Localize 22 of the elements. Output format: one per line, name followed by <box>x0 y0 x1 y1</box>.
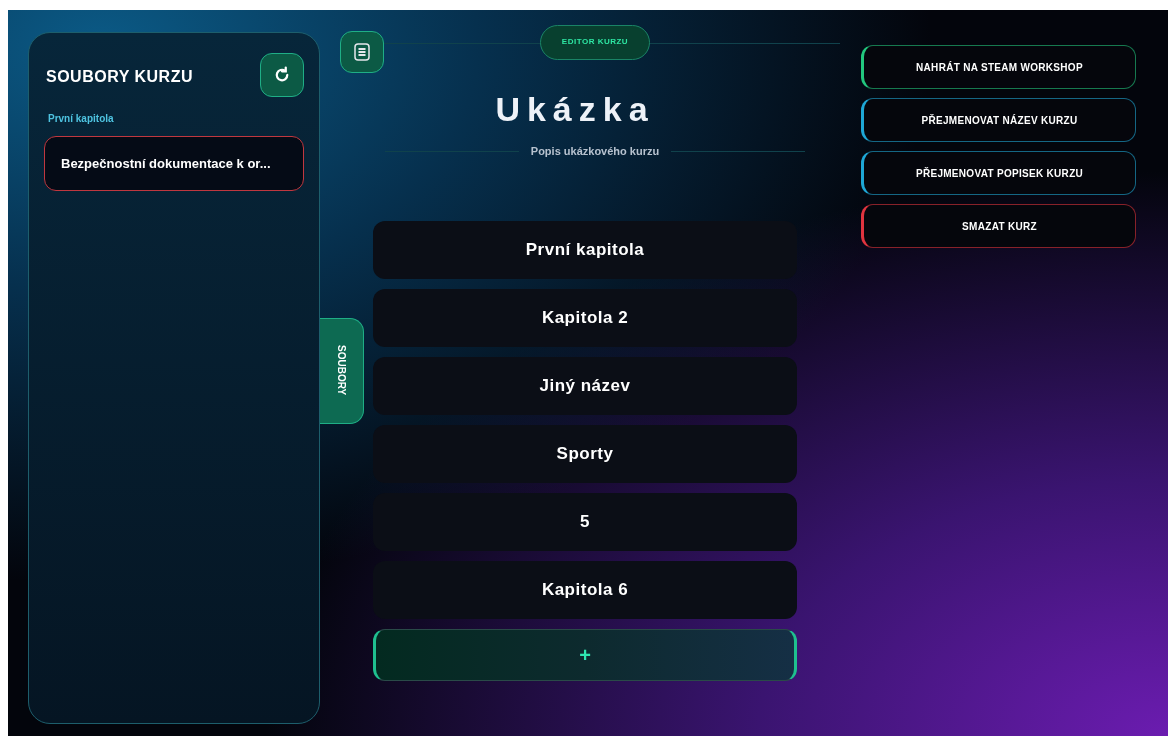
chapter-button[interactable]: Kapitola 6 <box>373 560 797 619</box>
course-title: Ukázka <box>495 89 655 129</box>
add-chapter-button[interactable]: + <box>373 628 797 681</box>
chapter-button[interactable]: První kapitola <box>373 220 797 279</box>
action-button[interactable]: NAHRÁT NA STEAM WORKSHOP <box>861 45 1136 89</box>
chapter-button[interactable]: Sporty <box>373 424 797 483</box>
action-button[interactable]: PŘEJMENOVAT NÁZEV KURZU <box>861 98 1136 142</box>
group-label: První kapitola <box>48 112 115 126</box>
course-subtitle: Popis ukázkového kurzu <box>530 144 660 159</box>
file-item[interactable]: Bezpečnostní dokumentace k or... <box>44 136 304 191</box>
chapter-button[interactable]: Jiný název <box>373 356 797 415</box>
menu-icon <box>354 43 370 61</box>
chapter-button[interactable]: Kapitola 2 <box>373 288 797 347</box>
refresh-icon <box>273 66 291 84</box>
action-button[interactable]: PŘEJMENOVAT POPISEK KURZU <box>861 151 1136 195</box>
chapter-button[interactable]: 5 <box>373 492 797 551</box>
menu-button[interactable] <box>340 31 384 73</box>
refresh-button[interactable] <box>260 53 304 97</box>
files-side-tab[interactable]: SOUBORY <box>320 317 364 424</box>
editor-badge: EDITOR KURZU <box>540 24 650 60</box>
panel-title: SOUBORY KURZU <box>46 67 193 87</box>
action-button[interactable]: SMAZAT KURZ <box>861 204 1136 248</box>
